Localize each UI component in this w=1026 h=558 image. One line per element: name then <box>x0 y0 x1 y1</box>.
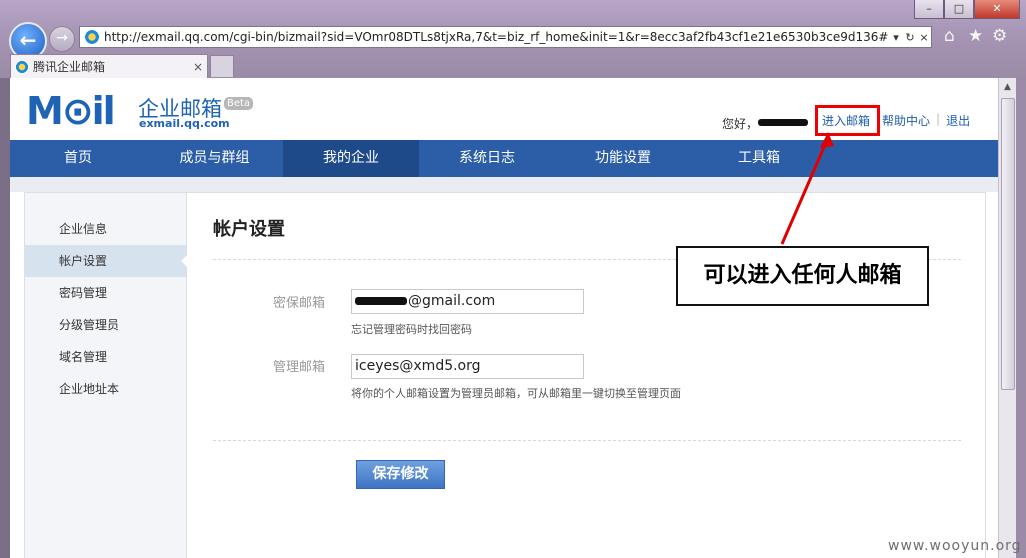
tab-title: 腾讯企业邮箱 <box>33 60 106 74</box>
gear-icon[interactable]: ⚙ <box>992 26 1007 46</box>
new-tab-button[interactable] <box>210 55 234 77</box>
admin-email-label: 管理邮箱 <box>273 360 326 375</box>
nav-members-groups[interactable]: 成员与群组 <box>146 140 283 177</box>
nav-home[interactable]: 首页 <box>10 140 146 177</box>
nav-my-enterprise[interactable]: 我的企业 <box>283 140 419 177</box>
logo-mark[interactable]: M⊙il <box>26 92 116 130</box>
vertical-scrollbar[interactable]: ▲ <box>998 78 1016 558</box>
stop-icon[interactable]: × <box>917 31 931 44</box>
divider <box>213 440 961 441</box>
greeting-text: 您好， <box>722 117 759 131</box>
maximize-button[interactable]: □ <box>944 0 974 19</box>
security-email-field[interactable]: @gmail.com <box>351 289 584 314</box>
url-dropdown-icon[interactable]: ▾ <box>889 31 903 44</box>
sidebar: 企业信息 帐户设置 密码管理 分级管理员 域名管理 企业地址本 <box>25 193 187 558</box>
forward-button[interactable]: → <box>49 26 75 52</box>
security-email-label: 密保邮箱 <box>273 296 326 311</box>
nav-system-log[interactable]: 系统日志 <box>419 140 555 177</box>
highlight-box <box>815 105 880 136</box>
main-nav: 首页 成员与群组 我的企业 系统日志 功能设置 工具箱 <box>10 140 998 177</box>
browser-chrome: – □ ✕ ← → http://exmail.qq.com/cgi-bin/b… <box>0 0 1026 78</box>
address-bar[interactable]: http://exmail.qq.com/cgi-bin/bizmail?sid… <box>79 26 932 48</box>
scrollbar-thumb[interactable] <box>1001 98 1015 390</box>
site-favicon-icon <box>84 29 100 45</box>
admin-email-field[interactable]: iceyes@xmd5.org <box>351 354 584 379</box>
logo-domain: exmail.qq.com <box>139 117 230 130</box>
sidebar-item-password[interactable]: 密码管理 <box>25 277 186 309</box>
security-email-hint: 忘记管理密码时找回密码 <box>351 323 472 336</box>
sidebar-item-account-settings[interactable]: 帐户设置 <box>25 245 187 277</box>
window-frame-edge <box>1016 78 1026 558</box>
minimize-button[interactable]: – <box>914 0 944 19</box>
browser-tab[interactable]: 腾讯企业邮箱 × <box>10 54 208 78</box>
page-header: M⊙il 企业邮箱 exmail.qq.com Beta 您好， 进入邮箱 帮助… <box>10 78 998 140</box>
home-icon[interactable]: ⌂ <box>944 26 955 46</box>
page-viewport: M⊙il 企业邮箱 exmail.qq.com Beta 您好， 进入邮箱 帮助… <box>10 78 998 558</box>
favorites-star-icon[interactable]: ★ <box>968 26 983 46</box>
redacted-email-prefix <box>355 297 407 305</box>
scroll-up-icon[interactable]: ▲ <box>999 78 1016 96</box>
tab-close-icon[interactable]: × <box>189 60 207 74</box>
save-button[interactable]: 保存修改 <box>356 460 445 489</box>
nav-toolbox[interactable]: 工具箱 <box>691 140 827 177</box>
redacted-username <box>758 119 808 126</box>
close-window-button[interactable]: ✕ <box>974 0 1020 19</box>
window-controls: – □ ✕ <box>914 0 1020 19</box>
annotation-callout: 可以进入任何人邮箱 <box>676 246 929 306</box>
url-text[interactable]: http://exmail.qq.com/cgi-bin/bizmail?sid… <box>104 30 889 44</box>
sidebar-item-domains[interactable]: 域名管理 <box>25 341 186 373</box>
refresh-icon[interactable]: ↻ <box>903 31 917 44</box>
content-gap <box>10 177 998 192</box>
page-title: 帐户设置 <box>213 219 285 240</box>
sidebar-item-enterprise-info[interactable]: 企业信息 <box>25 213 186 245</box>
watermark: www.wooyun.org <box>888 538 1022 554</box>
sidebar-item-address-book[interactable]: 企业地址本 <box>25 373 186 405</box>
beta-badge: Beta <box>224 97 254 110</box>
nav-feature-settings[interactable]: 功能设置 <box>555 140 691 177</box>
tab-favicon-icon <box>15 59 29 74</box>
logout-link[interactable]: 退出 <box>940 112 976 129</box>
admin-email-hint: 将你的个人邮箱设置为管理员邮箱，可从邮箱里一键切换至管理页面 <box>351 387 681 400</box>
help-center-link[interactable]: 帮助中心 <box>876 112 936 129</box>
security-email-domain: @gmail.com <box>408 293 496 309</box>
sidebar-item-sub-admins[interactable]: 分级管理员 <box>25 309 186 341</box>
